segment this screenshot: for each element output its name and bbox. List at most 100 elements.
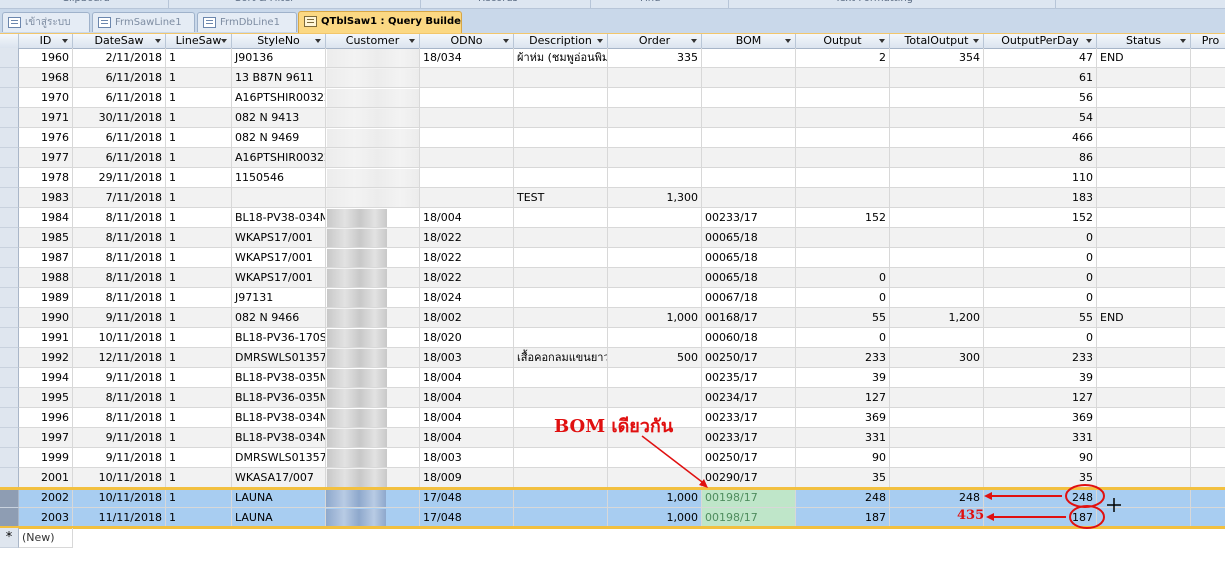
cell-status[interactable] [1097,508,1191,528]
cell-datesaw[interactable]: 6/11/2018 [73,148,166,168]
cell-odno[interactable]: 18/003 [420,348,514,368]
table-row[interactable]: 19949/11/20181BL18-PV38-035MZ 18/004 00235… [0,368,1225,388]
cell-outputperday[interactable]: 39 [984,368,1097,388]
column-header-order[interactable]: Order [608,34,702,48]
cell-status[interactable] [1097,248,1191,268]
cell-order[interactable] [608,448,702,468]
cell-styleno[interactable]: A16PTSHIR00322 [232,148,326,168]
cell-bom[interactable]: 00065/18 [702,268,796,288]
cell-styleno[interactable]: WKAPS17/001 [232,268,326,288]
table-row[interactable]: 19848/11/20181BL18-PV38-034MZ 18/004 00233… [0,208,1225,228]
cell-linesaw[interactable]: 1 [166,288,232,308]
cell-datesaw[interactable]: 10/11/2018 [73,468,166,488]
cell-bom[interactable]: 00250/17 [702,448,796,468]
cell-outputperday[interactable]: 0 [984,248,1097,268]
filter-dropdown-icon[interactable] [1086,39,1092,43]
filter-dropdown-icon[interactable] [315,39,321,43]
record-selector[interactable] [0,508,19,528]
cell-order[interactable] [608,248,702,268]
record-selector[interactable] [0,108,19,128]
cell-odno[interactable]: 18/034 [420,48,514,68]
cell-output[interactable]: 127 [796,388,890,408]
cell-pro[interactable] [1191,308,1225,328]
cell-description[interactable] [514,268,608,288]
cell-customer[interactable] [326,228,420,248]
cell-odno[interactable] [420,128,514,148]
table-row[interactable]: 1992 12/11/2018 1 DMRSWLS01357 18/003 เสื้อคอ… [0,348,1225,368]
cell-outputperday[interactable]: 35 [984,468,1097,488]
cell-bom[interactable] [702,128,796,148]
cell-odno[interactable]: 18/004 [420,368,514,388]
cell-bom[interactable]: 00234/17 [702,388,796,408]
record-selector[interactable] [0,448,19,468]
cell-id[interactable]: 2003 [19,508,73,528]
table-row[interactable]: 1999 9/11/2018 1 DMRSWLS01357 18/003 00250/17… [0,448,1225,468]
cell-id[interactable]: 1983 [19,188,73,208]
cell-pro[interactable] [1191,368,1225,388]
cell-status[interactable] [1097,188,1191,208]
cell-datesaw[interactable]: 2/11/2018 [73,48,166,68]
table-row[interactable]: 1970 6/11/2018 1 A16PTSHIR00322 56 [0,88,1225,108]
table-row[interactable]: 1990 9/11/2018 1 082 N 9466 18/002 1,000 00168… [0,308,1225,328]
cell-pro[interactable] [1191,408,1225,428]
cell-datesaw[interactable]: 8/11/2018 [73,228,166,248]
filter-dropdown-icon[interactable] [155,39,161,43]
cell-id[interactable]: 1968 [19,68,73,88]
cell-order[interactable]: 1,000 [608,488,702,508]
cell-output[interactable]: 39 [796,368,890,388]
cell-status[interactable] [1097,228,1191,248]
table-row[interactable]: 1991 10/11/2018 1 BL18-PV36-170SP 18/020 0006… [0,328,1225,348]
cell-description[interactable] [514,488,608,508]
cell-bom[interactable]: 00233/17 [702,208,796,228]
cell-outputperday[interactable]: 55 [984,308,1097,328]
cell-output[interactable] [796,188,890,208]
cell-totaloutput[interactable]: 354 [890,48,984,68]
cell-customer[interactable] [326,188,420,208]
cell-customer[interactable] [326,328,420,348]
record-selector[interactable] [0,348,19,368]
cell-odno[interactable] [420,168,514,188]
cell-pro[interactable] [1191,268,1225,288]
cell-id[interactable]: 1985 [19,228,73,248]
column-header-id[interactable]: ID [19,34,73,48]
cell-status[interactable] [1097,268,1191,288]
cell-pro[interactable] [1191,508,1225,528]
cell-description[interactable] [514,128,608,148]
cell-order[interactable] [608,128,702,148]
cell-order[interactable] [608,88,702,108]
column-header-customer[interactable]: Customer [326,34,420,48]
cell-bom[interactable]: 00198/17 [702,508,796,528]
cell-outputperday[interactable]: 110 [984,168,1097,188]
cell-id[interactable]: 1992 [19,348,73,368]
new-record-row[interactable]: * (New) [0,528,1225,548]
column-header-pro[interactable]: Pro [1191,34,1225,48]
cell-output[interactable] [796,128,890,148]
cell-linesaw[interactable]: 1 [166,128,232,148]
cell-linesaw[interactable]: 1 [166,408,232,428]
cell-customer[interactable] [326,68,420,88]
cell-output[interactable] [796,248,890,268]
cell-status[interactable] [1097,288,1191,308]
table-row[interactable]: 1971 30/11/2018 1 082 N 9413 54 [0,108,1225,128]
cell-totaloutput[interactable] [890,388,984,408]
record-selector[interactable] [0,48,19,68]
cell-order[interactable] [608,148,702,168]
cell-styleno[interactable]: DMRSWLS01357 [232,448,326,468]
cell-outputperday[interactable]: 47 [984,48,1097,68]
cell-customer[interactable] [326,428,420,448]
cell-linesaw[interactable]: 1 [166,428,232,448]
cell-status[interactable] [1097,168,1191,188]
cell-order[interactable]: 335 [608,48,702,68]
cell-customer[interactable] [326,468,420,488]
cell-id[interactable]: 1976 [19,128,73,148]
column-header-styleno[interactable]: StyleNo [232,34,326,48]
cell-styleno[interactable]: LAUNA [232,508,326,528]
cell-id[interactable]: 1977 [19,148,73,168]
document-tab-3[interactable]: QTblSaw1 : Query Builder [298,11,462,33]
cell-status[interactable] [1097,88,1191,108]
table-row[interactable]: 1978 29/11/2018 1 1150546 110 [0,168,1225,188]
filter-dropdown-icon[interactable] [503,39,509,43]
cell-datesaw[interactable]: 7/11/2018 [73,188,166,208]
cell-status[interactable] [1097,68,1191,88]
cell-description[interactable] [514,228,608,248]
